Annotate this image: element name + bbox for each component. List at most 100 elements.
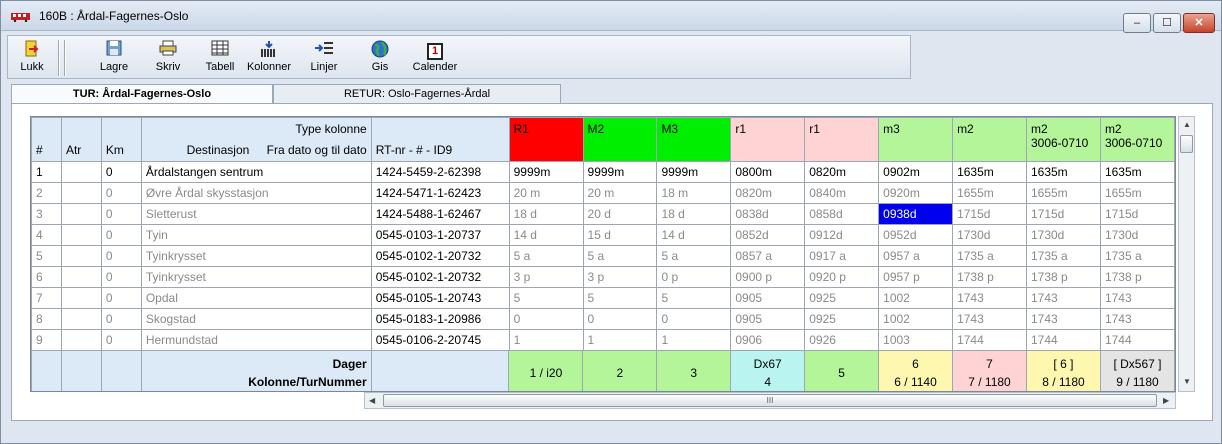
time-cell[interactable]: 1735 a bbox=[1099, 245, 1175, 267]
time-cell[interactable]: 0820m bbox=[730, 182, 806, 204]
table-row[interactable]: 2 0 Øvre Årdal skysstasjon 1424-5471-1-6242… bbox=[31, 182, 1175, 204]
time-cell[interactable]: 1744 bbox=[1099, 329, 1175, 351]
time-cell[interactable]: 0800m bbox=[730, 161, 806, 183]
column-header[interactable]: r1 bbox=[804, 117, 880, 162]
vertical-scrollbar[interactable]: ▲ ▼ bbox=[1178, 116, 1195, 392]
stop-name[interactable]: Opdal bbox=[140, 287, 372, 309]
time-cell[interactable]: 1002 bbox=[878, 287, 954, 309]
time-cell[interactable]: 1738 p bbox=[952, 266, 1027, 288]
time-cell[interactable]: 1 bbox=[656, 329, 732, 351]
horizontal-scrollbar[interactable]: ◀ III ▶ bbox=[364, 392, 1176, 409]
time-cell[interactable]: 0900 p bbox=[730, 266, 806, 288]
time-cell[interactable]: 1730d bbox=[952, 224, 1027, 246]
time-cell[interactable]: 1715d bbox=[952, 203, 1027, 225]
time-cell[interactable]: 0926 bbox=[804, 329, 880, 351]
time-cell[interactable]: 0957 p bbox=[878, 266, 954, 288]
column-header[interactable]: m2 bbox=[952, 117, 1027, 162]
time-cell[interactable]: 1715d bbox=[1025, 203, 1101, 225]
time-cell[interactable]: 18 d bbox=[508, 203, 584, 225]
time-cell[interactable]: 5 a bbox=[656, 245, 732, 267]
time-cell[interactable]: 1655m bbox=[1099, 182, 1175, 204]
time-cell[interactable]: 9999m bbox=[656, 161, 732, 183]
table-row[interactable]: 1 0 Årdalstangen sentrum 1424-5459-2-62398 9… bbox=[31, 161, 1175, 183]
skriv-button[interactable]: Skriv bbox=[150, 38, 186, 78]
table-row[interactable]: 6 0 Tyinkrysset 0545-0102-1-20732 3 p3 p0 p0… bbox=[31, 266, 1175, 288]
time-cell[interactable]: 0902m bbox=[878, 161, 954, 183]
time-cell[interactable]: 0906 bbox=[730, 329, 806, 351]
time-cell[interactable]: 1743 bbox=[1025, 308, 1101, 330]
time-cell[interactable]: 0920m bbox=[878, 182, 954, 204]
row-number[interactable]: 6 bbox=[31, 266, 62, 288]
time-cell[interactable]: 20 m bbox=[582, 182, 658, 204]
table-row[interactable]: 5 0 Tyinkrysset 0545-0102-1-20732 5 a5 a5 a0… bbox=[31, 245, 1175, 267]
time-cell[interactable]: 14 d bbox=[656, 224, 732, 246]
time-cell[interactable]: 9999m bbox=[582, 161, 658, 183]
table-row[interactable]: 3 0 Sletterust 1424-5488-1-62467 18 d 20 d 18 … bbox=[31, 203, 1175, 225]
row-number[interactable]: 9 bbox=[31, 329, 62, 351]
scroll-up-arrow[interactable]: ▲ bbox=[1183, 120, 1191, 129]
time-cell[interactable]: 1738 p bbox=[1099, 266, 1175, 288]
minimize-button[interactable]: – bbox=[1123, 13, 1151, 33]
time-cell[interactable]: 0 bbox=[582, 308, 658, 330]
title-bar[interactable]: 160B : Årdal-Fagernes-Oslo – ☐ ✕ bbox=[1, 1, 1221, 33]
header-km[interactable]: Km bbox=[100, 117, 142, 162]
stop-name[interactable]: Tyinkrysset bbox=[140, 245, 372, 267]
time-cell[interactable]: 0858d bbox=[804, 203, 880, 225]
row-km[interactable]: 0 bbox=[100, 224, 142, 246]
header-destinasjon[interactable]: Type kolonne Destinasjon Fra dato og til… bbox=[140, 117, 372, 162]
calender-button[interactable]: 1 Calender bbox=[408, 38, 462, 78]
stop-name[interactable]: Hermundstad bbox=[140, 329, 372, 351]
row-km[interactable]: 0 bbox=[100, 161, 142, 183]
stop-name[interactable]: Tyinkrysset bbox=[140, 266, 372, 288]
table-row[interactable]: 4 0 Tyin 0545-0103-1-20737 14 d 15 d 14 d 0852d… bbox=[31, 224, 1175, 246]
time-cell[interactable]: 0 p bbox=[656, 266, 732, 288]
time-cell[interactable]: 0 bbox=[508, 308, 584, 330]
time-cell[interactable]: 1635m bbox=[1025, 161, 1101, 183]
stop-name[interactable]: Sletterust bbox=[140, 203, 372, 225]
row-number[interactable]: 1 bbox=[31, 161, 62, 183]
time-cell[interactable]: 1743 bbox=[1099, 287, 1175, 309]
time-cell[interactable]: 1743 bbox=[1025, 287, 1101, 309]
row-atr[interactable] bbox=[60, 308, 102, 330]
stop-name[interactable]: Tyin bbox=[140, 224, 372, 246]
stop-id[interactable]: 0545-0106-2-20745 bbox=[370, 329, 510, 351]
time-cell[interactable]: 18 m bbox=[656, 182, 732, 204]
row-km[interactable]: 0 bbox=[100, 266, 142, 288]
footer-column[interactable]: 6 6 / 1140 bbox=[878, 350, 953, 391]
scroll-right-arrow[interactable]: ▶ bbox=[1163, 396, 1169, 405]
time-cell[interactable]: 3 p bbox=[582, 266, 658, 288]
row-atr[interactable] bbox=[60, 329, 102, 351]
stop-id[interactable]: 0545-0105-1-20743 bbox=[370, 287, 510, 309]
time-cell[interactable]: 0838d bbox=[730, 203, 806, 225]
row-atr[interactable] bbox=[60, 287, 102, 309]
time-cell[interactable]: 0920 p bbox=[804, 266, 880, 288]
time-cell[interactable]: 1744 bbox=[1025, 329, 1101, 351]
table-row[interactable]: 7 0 Opdal 0545-0105-1-20743 5 5 5 0905 0925 1002 1… bbox=[31, 287, 1175, 309]
column-header[interactable]: R1 bbox=[508, 117, 584, 162]
time-cell[interactable]: 1635m bbox=[1099, 161, 1175, 183]
row-number[interactable]: 7 bbox=[31, 287, 62, 309]
row-number[interactable]: 3 bbox=[31, 203, 62, 225]
time-cell[interactable]: 1735 a bbox=[1025, 245, 1101, 267]
lagre-button[interactable]: Lagre bbox=[94, 38, 134, 78]
time-cell[interactable]: 1738 p bbox=[1025, 266, 1101, 288]
column-header[interactable]: m2 3006-0710 bbox=[1025, 117, 1101, 162]
time-cell[interactable]: 5 a bbox=[582, 245, 658, 267]
stop-name[interactable]: Øvre Årdal skysstasjon bbox=[140, 182, 372, 204]
footer-column[interactable]: [ Dx567 ] 9 / 1180 bbox=[1099, 350, 1175, 391]
time-cell[interactable]: 0952d bbox=[878, 224, 954, 246]
row-km[interactable]: 0 bbox=[100, 182, 142, 204]
column-header[interactable]: m2 3006-0710 bbox=[1099, 117, 1175, 162]
column-header[interactable]: M3 bbox=[656, 117, 732, 162]
time-cell[interactable]: 1735 a bbox=[952, 245, 1027, 267]
time-cell[interactable]: 1 bbox=[508, 329, 584, 351]
row-atr[interactable] bbox=[60, 224, 102, 246]
time-cell[interactable]: 1 bbox=[582, 329, 658, 351]
time-cell[interactable]: 0905 bbox=[730, 287, 806, 309]
row-number[interactable]: 4 bbox=[31, 224, 62, 246]
table-row[interactable]: 8 0 Skogstad 0545-0183-1-20986 0 0 0 0905 0925 10… bbox=[31, 308, 1175, 330]
row-km[interactable]: 0 bbox=[100, 245, 142, 267]
footer-column[interactable]: 5 bbox=[804, 350, 880, 391]
column-header[interactable]: r1 bbox=[730, 117, 806, 162]
kolonner-button[interactable]: Kolonner bbox=[244, 38, 294, 78]
